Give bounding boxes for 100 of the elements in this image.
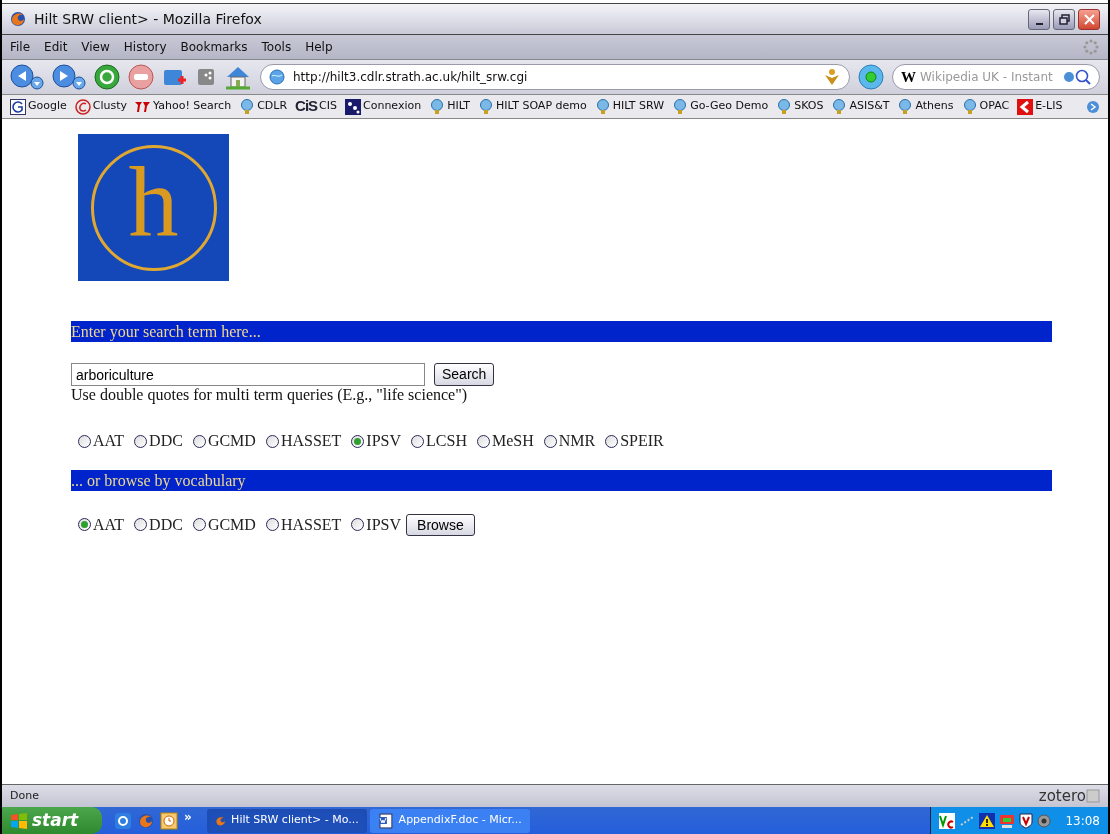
address-bar[interactable]: http://hilt3.cdlr.strath.ac.uk/hilt_srw.cgi	[260, 64, 850, 90]
bookmark-item[interactable]: HILT SRW	[594, 98, 665, 115]
start-button[interactable]: start	[2, 807, 102, 834]
bookmark-item[interactable]: OPAC	[961, 98, 1010, 115]
logo-letter: h	[128, 151, 179, 252]
search-term-field[interactable]: arboriculture	[71, 363, 425, 386]
grid-icon[interactable]	[196, 67, 216, 87]
radio-button[interactable]	[265, 518, 279, 531]
radio-label: LCSH	[426, 431, 467, 451]
browser-icon[interactable]	[114, 811, 132, 830]
menu-item[interactable]: Bookmarks	[180, 38, 248, 56]
bookmark-label: Google	[28, 98, 67, 115]
go-button[interactable]	[858, 64, 884, 90]
browse-button[interactable]: Browse	[406, 513, 475, 536]
bookmark-label: ASIS&T	[849, 98, 890, 115]
bulb-icon	[672, 98, 689, 115]
radio-option[interactable]: GCMD	[192, 429, 256, 453]
search-icon[interactable]	[1063, 68, 1091, 86]
radio-option[interactable]: AAT	[78, 512, 125, 537]
radio-option[interactable]: IPSV	[351, 429, 402, 453]
radio-label: AAT	[93, 431, 125, 451]
radio-button[interactable]	[543, 434, 557, 448]
bookmark-item[interactable]: HILT	[429, 98, 471, 115]
bookmark-label: OPAC	[979, 98, 1010, 115]
more-chevron[interactable]: »	[184, 807, 192, 826]
menu-item[interactable]: Tools	[261, 38, 292, 56]
document-icon	[377, 812, 394, 829]
radio-button[interactable]	[351, 518, 365, 531]
radio-label: SPEIR	[620, 431, 664, 451]
bookmark-item[interactable]: E-LIS	[1017, 98, 1063, 115]
menu-item[interactable]: View	[81, 38, 110, 56]
bulb-icon	[429, 98, 446, 115]
stop-button[interactable]	[128, 64, 154, 90]
radio-button[interactable]	[351, 434, 365, 448]
menu-item[interactable]: Help	[305, 38, 333, 56]
bookmark-item[interactable]: CDLR	[239, 98, 288, 115]
clock-icon[interactable]	[160, 811, 178, 830]
close-icon	[1083, 13, 1095, 25]
cis-logo: CiS	[295, 96, 318, 117]
radio-option[interactable]: HASSET	[265, 429, 342, 453]
radio-option[interactable]: DDC	[134, 512, 183, 537]
feed-icon	[823, 68, 841, 86]
taskbar-button[interactable]: AppendixF.doc - Micr...	[369, 808, 530, 833]
bookmark-item[interactable]: Google	[10, 98, 67, 115]
radio-label: HASSET	[280, 431, 342, 451]
bookmark-label: Athens	[915, 98, 954, 115]
bookmark-item[interactable]: Athens	[897, 98, 954, 115]
bookmark-label: Clusty	[92, 98, 128, 115]
chevron-icon[interactable]	[1086, 99, 1100, 114]
home-button[interactable]	[224, 64, 252, 90]
radio-button[interactable]	[192, 518, 206, 531]
minimize-button[interactable]	[1028, 8, 1050, 30]
bookmark-label: E-LIS	[1035, 98, 1063, 115]
reload-button[interactable]	[94, 64, 120, 90]
menu-item[interactable]: History	[123, 38, 167, 56]
menu-item[interactable]: Edit	[44, 38, 68, 56]
speaker-icon[interactable]	[1037, 812, 1054, 829]
radio-button[interactable]	[605, 434, 619, 448]
radio-option[interactable]: HASSET	[265, 512, 342, 537]
bookmark-item[interactable]: Go-Geo Demo	[672, 98, 769, 115]
radio-option[interactable]: SPEIR	[605, 429, 664, 453]
restore-button[interactable]	[1053, 8, 1075, 30]
bookmark-item[interactable]: Clusty	[74, 98, 128, 115]
close-button[interactable]	[1078, 8, 1100, 30]
radio-option[interactable]: AAT	[78, 429, 125, 453]
warning-icon[interactable]	[979, 812, 996, 829]
status-text: Done	[10, 787, 40, 804]
radio-option[interactable]: MeSH	[476, 429, 534, 453]
radio-label: AAT	[93, 514, 125, 535]
bulb-icon	[897, 98, 914, 115]
bookmark-item[interactable]: ASIS&T	[831, 98, 890, 115]
search-input[interactable]: Wikipedia UK - Instant	[920, 68, 1059, 86]
zotero-label[interactable]: zotero	[1038, 784, 1086, 808]
bookmark-item[interactable]: CiSCIS	[295, 95, 337, 118]
bookmark-item[interactable]: Connexion	[345, 98, 422, 115]
radio-button[interactable]	[476, 434, 490, 448]
radio-button[interactable]	[411, 434, 425, 448]
menu-item[interactable]: File	[10, 38, 31, 56]
radio-button[interactable]	[78, 518, 91, 531]
bookmark-item[interactable]: SKOS	[776, 98, 824, 115]
radio-button[interactable]	[134, 434, 148, 448]
radio-option[interactable]: DDC	[134, 429, 183, 453]
search-button[interactable]: Search	[434, 363, 495, 386]
search-field[interactable]: W Wikipedia UK - Instant	[892, 64, 1100, 90]
radio-button[interactable]	[78, 434, 91, 448]
radio-option[interactable]: NMR	[543, 429, 596, 453]
radio-label: MeSH	[491, 431, 534, 451]
radio-option[interactable]: GCMD	[192, 512, 256, 537]
radio-button[interactable]	[192, 434, 206, 448]
radio-button[interactable]	[134, 518, 148, 531]
radio-option[interactable]: LCSH	[411, 429, 467, 453]
shield-icon[interactable]	[1019, 812, 1034, 829]
radio-option[interactable]: IPSV	[351, 512, 402, 537]
taskbar-button[interactable]: Hilt SRW client> - Mo...	[206, 808, 367, 833]
forward-button[interactable]	[52, 64, 86, 90]
back-button[interactable]	[10, 64, 44, 90]
radio-button[interactable]	[265, 434, 279, 448]
bulb-icon	[831, 98, 848, 115]
bookmark-item[interactable]: Yahoo! Search	[135, 98, 232, 115]
bookmark-item[interactable]: HILT SOAP demo	[478, 98, 587, 115]
